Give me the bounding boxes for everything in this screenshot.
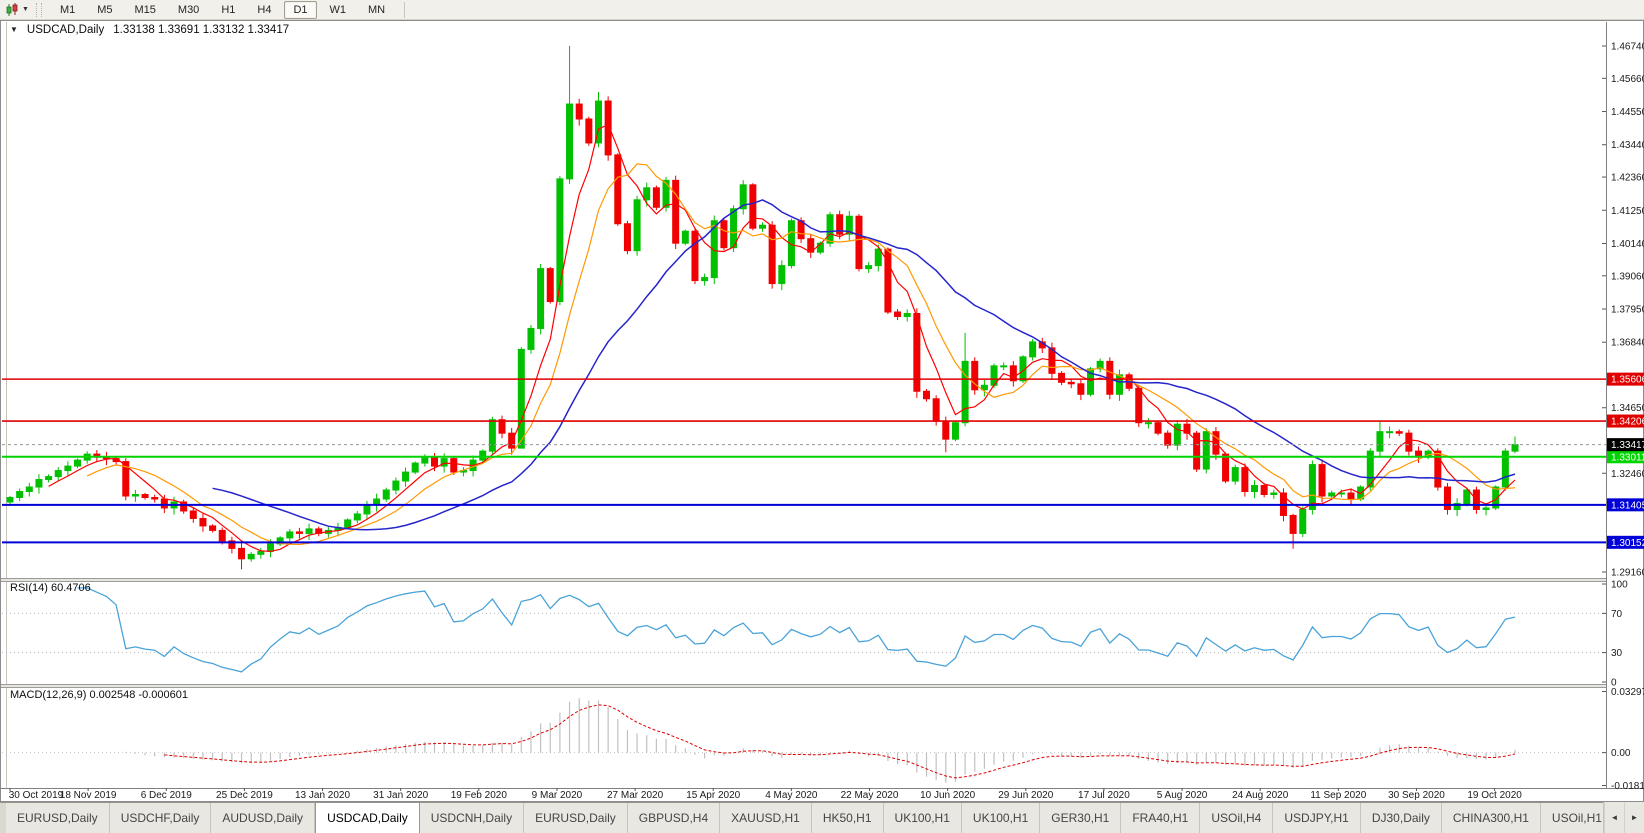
rsi-tick-label: 30 xyxy=(1611,648,1623,659)
timeframe-button-W1[interactable]: W1 xyxy=(321,1,356,19)
date-label: 18 Nov 2019 xyxy=(60,790,117,801)
chart-tab-AUDUSD-Daily[interactable]: AUDUSD,Daily xyxy=(211,803,315,833)
chart-tab-GER30-H1[interactable]: GER30,H1 xyxy=(1040,803,1121,833)
price-tick-label: 1.29160 xyxy=(1611,568,1644,579)
date-label: 19 Oct 2020 xyxy=(1467,790,1522,801)
chart-tab-FRA40-H1[interactable]: FRA40,H1 xyxy=(1121,803,1200,833)
chart-title: ▼ USDCAD,Daily 1.33138 1.33691 1.33132 1… xyxy=(10,24,289,36)
date-label: 11 Sep 2020 xyxy=(1310,790,1366,801)
timeframe-button-M5[interactable]: M5 xyxy=(88,1,121,19)
current-price-box-label: 1.33417 xyxy=(1611,440,1644,451)
date-label: 13 Jan 2020 xyxy=(295,790,350,801)
chart-tab-UK100-H1[interactable]: UK100,H1 xyxy=(962,803,1040,833)
price-tick-label: 1.39060 xyxy=(1611,271,1644,282)
rsi-indicator-label: RSI(14) 60.4706 xyxy=(10,582,91,594)
toolbar: ▼ M1M5 M15M30H1H4D1 W1MN xyxy=(0,0,1644,20)
date-label: 6 Dec 2019 xyxy=(141,790,193,801)
collapse-icon[interactable]: ▼ xyxy=(10,24,18,36)
chart-tab-CHINA300-H1[interactable]: CHINA300,H1 xyxy=(1442,803,1541,833)
timeframe-button-M30[interactable]: M30 xyxy=(169,1,208,19)
macd-plot[interactable] xyxy=(2,688,1606,790)
chart-tab-DJ30-Daily[interactable]: DJ30,Daily xyxy=(1361,803,1442,833)
chart-tab-USDCNH-Daily[interactable]: USDCNH,Daily xyxy=(420,803,524,833)
chart-type-dropdown-icon[interactable]: ▼ xyxy=(21,6,33,13)
price-tick-label: 1.44550 xyxy=(1611,107,1644,118)
timeframe-button-M1[interactable]: M1 xyxy=(51,1,84,19)
date-label: 27 Mar 2020 xyxy=(607,790,664,801)
hline-price-box-label: 1.30152 xyxy=(1611,538,1644,549)
tab-scroll-arrows: ◄ ► xyxy=(1603,802,1644,833)
date-label: 17 Jul 2020 xyxy=(1078,790,1130,801)
price-tick-label: 1.43440 xyxy=(1611,140,1644,151)
rsi-tick-label: 70 xyxy=(1611,609,1623,620)
price-tick-label: 1.40140 xyxy=(1611,239,1644,250)
chart-tab-UK100-H1[interactable]: UK100,H1 xyxy=(884,803,962,833)
price-tick-label: 1.37950 xyxy=(1611,305,1644,316)
chart-tab-USOil-H4[interactable]: USOil,H4 xyxy=(1200,803,1273,833)
rsi-plot[interactable] xyxy=(2,580,1606,686)
chart-tab-EURUSD-Daily[interactable]: EURUSD,Daily xyxy=(524,803,628,833)
timeframe-button-D1[interactable]: D1 xyxy=(284,1,316,19)
hline-price-box-label: 1.35606 xyxy=(1611,375,1644,386)
price-tick-label: 1.45660 xyxy=(1611,74,1644,85)
hline-price-box-label: 1.33011 xyxy=(1611,452,1644,463)
main-chart-plot[interactable] xyxy=(2,22,1606,578)
candlestick-chart-icon[interactable] xyxy=(3,2,21,18)
date-label: 25 Dec 2019 xyxy=(216,790,273,801)
toolbar-separator xyxy=(404,2,405,18)
date-label: 29 Jun 2020 xyxy=(998,790,1053,801)
date-label: 10 Jun 2020 xyxy=(920,790,975,801)
tab-scroll-left-icon[interactable]: ◄ xyxy=(1604,802,1624,833)
date-label: 24 Aug 2020 xyxy=(1232,790,1289,801)
price-tick-label: 1.46740 xyxy=(1611,42,1644,53)
date-label: 30 Sep 2020 xyxy=(1388,790,1445,801)
date-label: 19 Feb 2020 xyxy=(451,790,508,801)
mt4-terminal: { "icons": { "collapse": "▼", "dropdown"… xyxy=(0,0,1644,833)
date-label: 5 Aug 2020 xyxy=(1157,790,1208,801)
chart-tab-XAUUSD-H1[interactable]: XAUUSD,H1 xyxy=(720,803,812,833)
date-label: 15 Apr 2020 xyxy=(686,790,740,801)
date-label: 22 May 2020 xyxy=(841,790,899,801)
price-tick-label: 1.36840 xyxy=(1611,338,1644,349)
date-label: 9 Mar 2020 xyxy=(532,790,583,801)
price-tick-label: 1.42360 xyxy=(1611,173,1644,184)
chart-tab-EURUSD-Daily[interactable]: EURUSD,Daily xyxy=(6,803,110,833)
macd-indicator-label: MACD(12,26,9) 0.002548 -0.000601 xyxy=(10,689,188,701)
chart-tab-GBPUSD-H4[interactable]: GBPUSD,H4 xyxy=(628,803,720,833)
price-tick-label: 1.32460 xyxy=(1611,469,1644,480)
rsi-tick-label: 100 xyxy=(1611,580,1628,591)
date-label: 30 Oct 2019 xyxy=(9,790,64,801)
date-label: 31 Jan 2020 xyxy=(373,790,428,801)
hline-price-box-label: 1.34206 xyxy=(1611,417,1644,428)
chart-tab-USDJPY-H1[interactable]: USDJPY,H1 xyxy=(1273,803,1360,833)
tab-scroll-right-icon[interactable]: ► xyxy=(1624,802,1644,833)
chart-canvas[interactable]: 30 Oct 201918 Nov 2019 6 Dec 2019 25 Dec 2… xyxy=(0,20,1644,802)
timeframe-button-H4[interactable]: H4 xyxy=(248,1,280,19)
macd-tick-label: 0.032972 xyxy=(1611,687,1644,698)
price-tick-label: 1.34650 xyxy=(1611,403,1644,414)
timeframe-buttons: M1M5 M15M30H1H4D1 W1MN xyxy=(49,1,396,19)
date-label: 4 May 2020 xyxy=(765,790,818,801)
toolbar-grip xyxy=(36,3,42,17)
chart-symbol-label: USDCAD,Daily xyxy=(27,24,104,36)
chart-tab-bar: EURUSD,DailyUSDCHF,DailyAUDUSD,DailyUSDC… xyxy=(0,802,1644,833)
timeframe-button-MN[interactable]: MN xyxy=(359,1,394,19)
chart-tab-HK50-H1[interactable]: HK50,H1 xyxy=(812,803,884,833)
hline-price-box-label: 1.31405 xyxy=(1611,500,1644,511)
chart-tab-USDCHF-Daily[interactable]: USDCHF,Daily xyxy=(110,803,212,833)
chart-ohlc-values: 1.33138 1.33691 1.33132 1.33417 xyxy=(113,24,289,36)
timeframe-button-M15[interactable]: M15 xyxy=(126,1,165,19)
macd-tick-label: -0.018154 xyxy=(1611,781,1644,792)
chart-tab-USDCAD-Daily[interactable]: USDCAD,Daily xyxy=(315,803,420,833)
timeframe-button-H1[interactable]: H1 xyxy=(212,1,244,19)
price-tick-label: 1.41250 xyxy=(1611,206,1644,217)
macd-tick-label: 0.00 xyxy=(1611,748,1631,759)
